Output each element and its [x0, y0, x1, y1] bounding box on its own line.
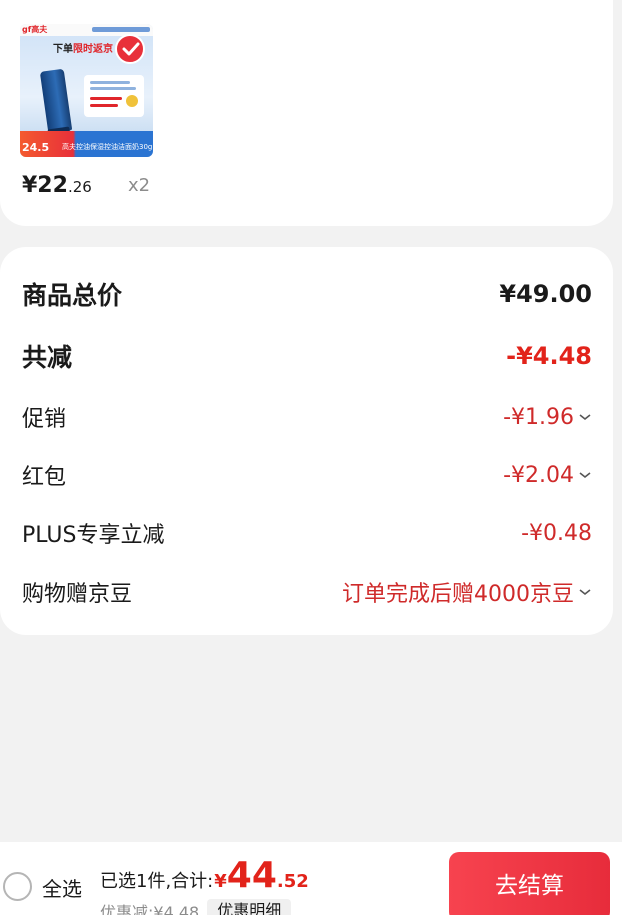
- thumbnail-promo-highlight: 限时返京: [73, 44, 113, 55]
- chevron-down-icon: [579, 472, 591, 479]
- red-packet-label: 红包: [22, 465, 67, 490]
- price-summary-card: 商品总价 ¥49.00 共减 -¥4.48 促销 -¥1.96 红包 -¥2.0…: [0, 247, 613, 635]
- plus-discount-value: -¥0.48: [521, 520, 592, 546]
- total-reduction-label: 共减: [22, 343, 73, 372]
- thumbnail-brand-logo: gf高夫: [22, 25, 48, 34]
- product-price-int: ¥22: [22, 173, 68, 198]
- thumbnail-bottom-name: 高夫控油保湿控油洁面奶30g: [62, 143, 153, 151]
- red-packet-value: -¥2.04: [503, 462, 574, 488]
- red-packet-value-group[interactable]: -¥2.04: [503, 463, 592, 488]
- total-price-row: 商品总价 ¥49.00: [22, 274, 592, 314]
- selected-total: 已选1件,合计: ¥ 44 .52: [100, 858, 309, 894]
- thumbnail-bottom-price: 24.5: [22, 141, 50, 154]
- promotion-value-group[interactable]: -¥1.96: [503, 405, 592, 430]
- select-all-label[interactable]: 全选: [42, 873, 82, 902]
- plus-discount-label: PLUS专享立减: [22, 523, 165, 548]
- chevron-down-icon: [579, 414, 591, 421]
- plus-discount-row: PLUS专享立减 -¥0.48: [22, 513, 592, 553]
- discount-detail-button[interactable]: 优惠明细: [207, 899, 292, 915]
- discount-amount-text: 优惠减:¥4.48: [100, 903, 200, 915]
- discount-line: 优惠减:¥4.48 优惠明细: [100, 899, 292, 915]
- product-price: ¥22.26: [22, 173, 92, 198]
- thumbnail-promo-text: 下单限时返京: [53, 40, 113, 55]
- product-price-decimal: .26: [67, 178, 92, 196]
- total-integer: 44: [226, 855, 277, 896]
- total-decimal: .52: [276, 871, 309, 892]
- promotion-value: -¥1.96: [503, 404, 574, 430]
- thumbnail-info-box: [84, 75, 144, 117]
- product-card: gf高夫 下单限时返京 24.5 高夫控油保湿控油洁面奶30g ¥22.26 x…: [0, 0, 613, 226]
- promotion-row[interactable]: 促销 -¥1.96: [22, 397, 592, 437]
- jd-beans-label: 购物赠京豆: [22, 582, 133, 607]
- checkout-bar: 全选 已选1件,合计: ¥ 44 .52 优惠减:¥4.48 优惠明细 去结算: [0, 842, 622, 915]
- selected-count-text: 已选1件,合计:: [100, 871, 214, 892]
- total-currency: ¥: [214, 871, 227, 892]
- total-price-value: ¥49.00: [499, 280, 592, 308]
- total-reduction-row: 共减 -¥4.48: [22, 336, 592, 376]
- jd-beans-value-group[interactable]: 订单完成后赠4000京豆: [342, 576, 592, 608]
- selected-check-icon[interactable]: [115, 34, 145, 64]
- thumbnail-promo-prefix: 下单: [53, 44, 73, 55]
- jd-beans-value: 订单完成后赠4000京豆: [342, 582, 574, 607]
- product-tube-image: [39, 68, 73, 134]
- total-price-label: 商品总价: [22, 281, 123, 310]
- red-packet-row[interactable]: 红包 -¥2.04: [22, 455, 592, 495]
- product-thumbnail[interactable]: gf高夫 下单限时返京 24.5 高夫控油保湿控油洁面奶30g: [20, 24, 153, 157]
- product-quantity: x2: [128, 175, 151, 196]
- select-all-radio[interactable]: [3, 872, 32, 901]
- jd-beans-row[interactable]: 购物赠京豆 订单完成后赠4000京豆: [22, 572, 592, 612]
- total-reduction-value: -¥4.48: [506, 342, 592, 370]
- coin-icon: [126, 95, 138, 107]
- checkout-button[interactable]: 去结算: [449, 852, 610, 915]
- thumbnail-top-bar: [92, 27, 150, 32]
- chevron-down-icon: [579, 589, 591, 596]
- promotion-label: 促销: [22, 407, 67, 432]
